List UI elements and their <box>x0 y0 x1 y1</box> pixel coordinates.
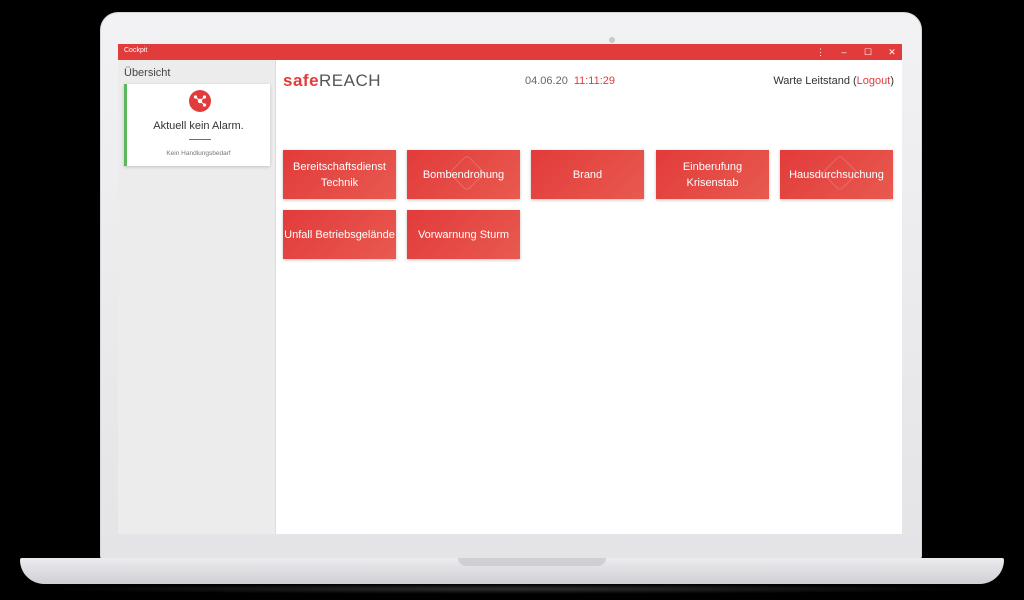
logo-reach: REACH <box>319 71 382 90</box>
safereach-logo: safeREACH <box>283 71 381 91</box>
user-suffix: ) <box>890 75 894 87</box>
window-title: Cockpit <box>124 47 148 54</box>
sidebar-heading: Übersicht <box>124 67 171 79</box>
tile-einberufung-krisenstab[interactable]: Einberufung Krisenstab <box>656 150 769 199</box>
tile-vorwarnung-sturm[interactable]: Vorwarnung Sturm <box>407 210 520 259</box>
tile-label: Unfall Betriebsgelände <box>284 228 395 241</box>
laptop-notch <box>458 558 606 566</box>
alarm-divider <box>189 139 211 140</box>
user-info: Warte Leitstand (Logout) <box>773 75 894 87</box>
more-options-icon[interactable]: ⋮ <box>816 44 825 60</box>
tile-label: Bereitschaftsdienst Technik <box>293 160 386 189</box>
close-icon[interactable]: ✕ <box>888 44 896 60</box>
tile-hausdurchsuchung[interactable]: Hausdurchsuchung <box>780 150 893 199</box>
tile-label: Brand <box>572 168 603 181</box>
logo-safe: safe <box>283 71 320 90</box>
alarm-network-icon <box>189 90 211 112</box>
alarm-status-card[interactable]: Aktuell kein Alarm. Kein Handlungsbedarf <box>124 84 270 166</box>
tile-bereitschaftsdienst-technik[interactable]: Bereitschaftsdienst Technik <box>283 150 396 199</box>
window-titlebar: Cockpit ⋮ – ☐ ✕ <box>118 44 902 60</box>
window-controls: ⋮ – ☐ ✕ <box>816 44 896 60</box>
camera-dot <box>609 37 615 43</box>
laptop-shadow <box>40 584 984 594</box>
tile-label: Hausdurchsuchung <box>789 168 884 181</box>
alarm-status-title: Aktuell kein Alarm. <box>153 120 244 132</box>
laptop-base <box>20 558 1004 584</box>
tile-label: Einberufung Krisenstab <box>682 160 743 189</box>
alarm-status-subtitle: Kein Handlungsbedarf <box>166 150 231 157</box>
sidebar: Übersicht Aktuell kein Alarm. Kein Handl… <box>118 60 276 534</box>
tile-bombendrohung[interactable]: Bombendrohung <box>407 150 520 199</box>
datetime-display: 04.06.20 11:11:29 <box>525 75 615 87</box>
main-panel: safeREACH 04.06.20 11:11:29 Warte Leitsta… <box>277 60 902 534</box>
tile-label: Bombendrohung <box>422 168 505 181</box>
user-name: Warte Leitstand ( <box>773 75 857 87</box>
logout-link[interactable]: Logout <box>857 75 891 87</box>
current-time: 11:11:29 <box>573 75 616 87</box>
tile-label: Vorwarnung Sturm <box>417 228 510 241</box>
tile-brand[interactable]: Brand <box>531 150 644 199</box>
maximize-icon[interactable]: ☐ <box>864 44 872 60</box>
current-date: 04.06.20 <box>525 75 568 87</box>
app-window: Cockpit ⋮ – ☐ ✕ Übersicht Aktuell kein A… <box>118 44 902 534</box>
minimize-icon[interactable]: – <box>840 44 848 60</box>
tile-unfall-betriebsgelaende[interactable]: Unfall Betriebsgelände <box>283 210 396 259</box>
